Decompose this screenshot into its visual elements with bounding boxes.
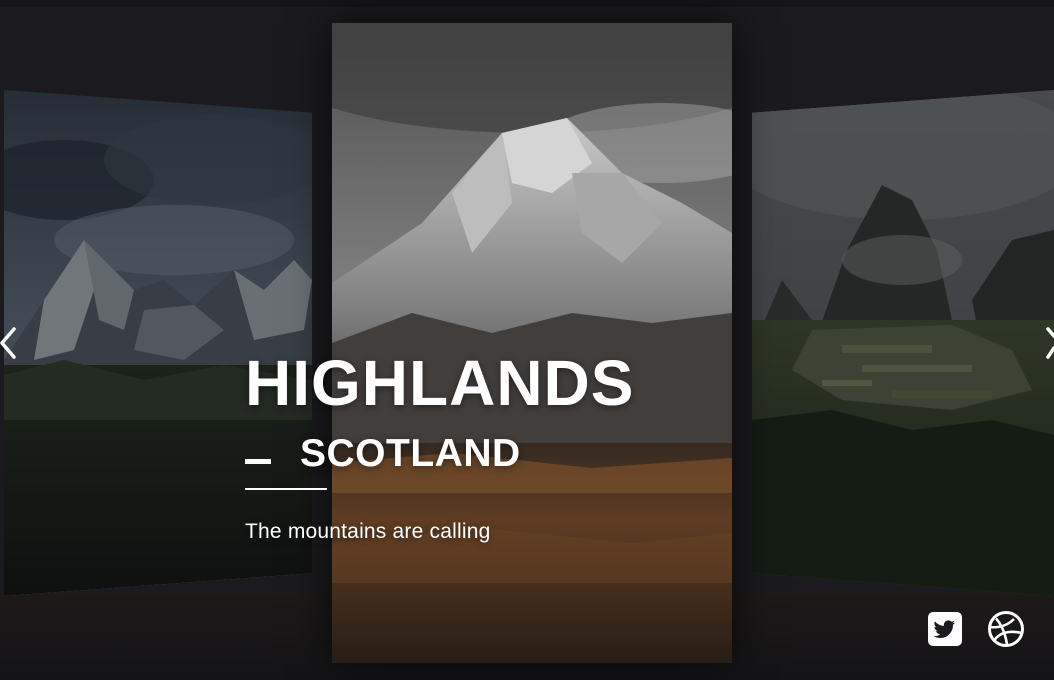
snowy-mountain-image	[332, 23, 732, 663]
slide-title: HIGHLANDS	[245, 347, 635, 419]
twitter-icon	[928, 612, 962, 646]
slide-caption: HIGHLANDS SCOTLAND The mountains are cal…	[245, 345, 765, 544]
chevron-right-icon	[1046, 327, 1054, 359]
chevron-left-icon	[0, 327, 16, 359]
top-bar	[0, 0, 1054, 7]
subtitle-dash	[245, 459, 271, 464]
slide-tagline: The mountains are calling	[245, 520, 491, 543]
next-slide-button[interactable]	[1044, 326, 1054, 360]
dribbble-icon	[988, 611, 1024, 647]
slide-subtitle: SCOTLAND	[300, 432, 521, 475]
caption-divider	[245, 488, 327, 490]
subtitle-row: SCOTLAND	[245, 429, 765, 479]
machu-picchu-image	[752, 90, 1054, 596]
slide-card-active[interactable]	[332, 23, 732, 663]
slide-card-right[interactable]	[752, 90, 1054, 596]
carousel-stage: HIGHLANDS SCOTLAND The mountains are cal…	[0, 0, 1054, 680]
prev-slide-button[interactable]	[0, 326, 22, 360]
twitter-link[interactable]	[926, 610, 964, 648]
dribbble-link[interactable]	[987, 610, 1025, 648]
